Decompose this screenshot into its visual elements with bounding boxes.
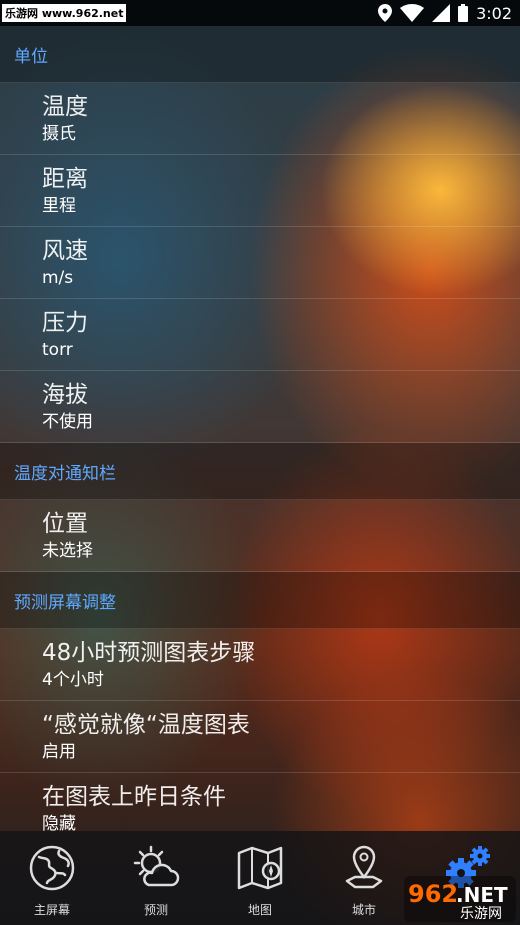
status-bar: 乐游网 www.962.net 3:02 bbox=[0, 0, 520, 26]
pref-feels-like-chart[interactable]: “感觉就像“温度图表 启用 bbox=[0, 701, 520, 773]
nav-label: 主屏幕 bbox=[33, 903, 70, 917]
pref-yesterday-conditions[interactable]: 在图表上昨日条件 隐藏 bbox=[0, 773, 520, 832]
nav-forecast[interactable]: 预测 bbox=[104, 831, 208, 925]
watermark-logo: 962 .NET 乐游网 bbox=[404, 876, 516, 922]
pref-title: 48小时预测图表步骤 bbox=[42, 639, 256, 666]
wifi-icon bbox=[400, 4, 425, 22]
nav-home[interactable]: 主屏幕 bbox=[0, 831, 104, 925]
pref-title: 距离 bbox=[42, 165, 88, 192]
status-icons: 3:02 bbox=[378, 0, 512, 26]
sun-cloud-icon bbox=[133, 845, 180, 887]
watermark-cn: 乐游网 bbox=[460, 906, 502, 922]
section-header-notification: 温度对通知栏 bbox=[0, 443, 520, 500]
location-pin-icon bbox=[345, 845, 383, 889]
battery-icon bbox=[458, 4, 469, 22]
location-icon bbox=[378, 4, 393, 22]
nav-cities[interactable]: 城市 bbox=[312, 831, 416, 925]
pref-title: 海拔 bbox=[42, 381, 88, 408]
pref-title: 在图表上昨日条件 bbox=[42, 783, 226, 810]
pref-value: 4个小时 bbox=[42, 669, 104, 690]
section-header-units: 单位 bbox=[0, 26, 520, 83]
pref-value: 摄氏 bbox=[42, 123, 76, 144]
pref-value: 启用 bbox=[42, 741, 76, 762]
pref-value: 隐藏 bbox=[42, 813, 76, 832]
pref-distance[interactable]: 距离 里程 bbox=[0, 155, 520, 227]
pref-title: 位置 bbox=[42, 510, 88, 537]
pref-temperature[interactable]: 温度 摄氏 bbox=[0, 83, 520, 155]
pref-value: m/s bbox=[42, 267, 74, 288]
signal-icon bbox=[432, 4, 451, 22]
pref-value: 不使用 bbox=[42, 411, 93, 432]
nav-map[interactable]: 地图 bbox=[208, 831, 312, 925]
pref-value: 里程 bbox=[42, 195, 76, 216]
section-header-forecast: 预测屏幕调整 bbox=[0, 572, 520, 629]
watermark-badge: 乐游网 www.962.net bbox=[2, 4, 127, 22]
pref-title: 风速 bbox=[42, 237, 88, 264]
nav-label: 城市 bbox=[351, 903, 376, 917]
pref-title: 温度 bbox=[42, 93, 88, 120]
pref-value: torr bbox=[42, 339, 73, 360]
pref-title: “感觉就像“温度图表 bbox=[42, 711, 250, 738]
settings-list: 单位 温度 摄氏 距离 里程 风速 m/s 压力 torr 海拔 不使用 温度对… bbox=[0, 26, 520, 831]
watermark-brand: 962 bbox=[408, 880, 458, 908]
map-icon bbox=[237, 846, 283, 890]
pref-48h-chart-step[interactable]: 48小时预测图表步骤 4个小时 bbox=[0, 629, 520, 701]
clock: 3:02 bbox=[476, 3, 512, 23]
globe-icon bbox=[29, 845, 75, 891]
pref-pressure[interactable]: 压力 torr bbox=[0, 299, 520, 371]
nav-label: 预测 bbox=[143, 903, 168, 917]
watermark-suffix: .NET bbox=[456, 883, 508, 907]
pref-location[interactable]: 位置 未选择 bbox=[0, 500, 520, 572]
pref-title: 压力 bbox=[42, 309, 88, 336]
pref-altitude[interactable]: 海拔 不使用 bbox=[0, 371, 520, 443]
pref-value: 未选择 bbox=[42, 540, 93, 561]
pref-wind-speed[interactable]: 风速 m/s bbox=[0, 227, 520, 299]
nav-label: 地图 bbox=[247, 903, 272, 917]
